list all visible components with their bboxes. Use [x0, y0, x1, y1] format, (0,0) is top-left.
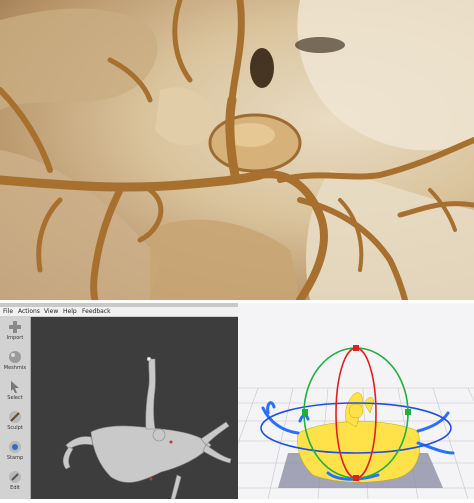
cursor-arrow-icon — [11, 381, 19, 393]
tool-label: Edit — [10, 485, 20, 491]
menu-feedback[interactable]: Feedback — [82, 307, 111, 316]
vessel-mesh-model — [62, 356, 232, 500]
tool-label: Stamp — [6, 455, 24, 461]
pencil-icon — [9, 471, 21, 483]
menu-view[interactable]: View — [44, 307, 58, 316]
import-tool[interactable]: Import — [2, 319, 28, 347]
gizmo-handle-left[interactable] — [302, 409, 308, 415]
tool-sidebar: Import Meshmix Select Sculpt Stamp Edit — [0, 317, 31, 499]
meshmixer-window: File Actions View Help Feedback Import M… — [0, 303, 238, 500]
select-tool[interactable]: Select — [2, 379, 28, 407]
menu-actions[interactable]: Actions — [18, 307, 40, 316]
menu-file[interactable]: File — [3, 307, 13, 316]
sphere-icon — [9, 351, 21, 363]
gizmo-handle-top[interactable] — [353, 345, 359, 351]
meshmixer-viewport[interactable] — [31, 317, 238, 500]
menu-help[interactable]: Help — [63, 307, 77, 316]
stamp-tool[interactable]: Stamp — [2, 439, 28, 467]
gizmo-handle-right[interactable] — [405, 409, 411, 415]
tool-label: Sculpt — [7, 425, 23, 431]
meshmix-tool[interactable]: Meshmix — [2, 349, 28, 377]
build-plate-scene — [217, 345, 474, 500]
cura-slicer-view[interactable] — [217, 303, 474, 500]
stamp-icon — [9, 441, 21, 453]
brush-icon — [9, 411, 21, 423]
edit-tool[interactable]: Edit — [2, 469, 28, 497]
menu-bar: File Actions View Help Feedback — [0, 307, 238, 317]
tool-label: Meshmix — [3, 365, 27, 371]
vessel-render — [0, 0, 474, 300]
sculpt-tool[interactable]: Sculpt — [2, 409, 28, 437]
volume-rendering-image — [0, 0, 474, 300]
plus-icon — [9, 321, 21, 333]
gizmo-handle-bottom[interactable] — [353, 475, 359, 481]
tool-label: Select — [7, 395, 23, 401]
tool-label: Import — [6, 335, 24, 341]
